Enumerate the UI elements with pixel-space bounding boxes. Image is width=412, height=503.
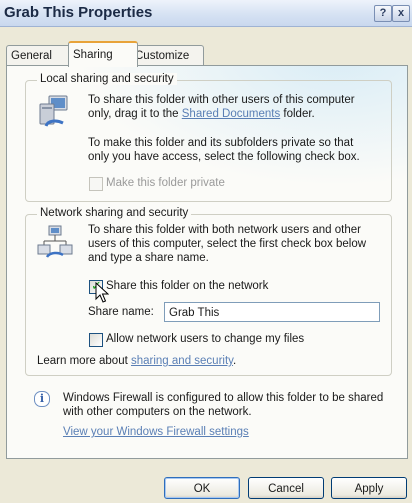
tab-general[interactable]: General <box>6 45 74 66</box>
shared-documents-link[interactable]: Shared Documents <box>182 108 280 120</box>
computer-share-icon <box>39 95 68 127</box>
share-name-input[interactable]: Grab This <box>164 302 380 322</box>
sharing-security-link[interactable]: sharing and security <box>131 355 233 367</box>
network-share-icon <box>37 225 73 258</box>
help-button[interactable]: ? <box>374 5 392 22</box>
close-icon: x <box>397 7 405 19</box>
cancel-button[interactable]: Cancel <box>248 477 324 499</box>
allow-change-checkbox[interactable] <box>89 333 103 347</box>
apply-button[interactable]: Apply <box>331 477 407 499</box>
window-title: Grab This Properties <box>4 4 153 21</box>
firewall-description: Windows Firewall is configured to allow … <box>63 392 384 418</box>
local-sharing-description: To share this folder with other users of… <box>88 94 355 120</box>
network-sharing-legend: Network sharing and security <box>37 207 192 219</box>
local-sharing-legend: Local sharing and security <box>37 73 177 85</box>
title-bar[interactable]: Grab This Properties ? x <box>0 0 412 27</box>
ok-button[interactable]: OK <box>164 477 240 499</box>
network-sharing-description: To share this folder with both network u… <box>88 224 367 264</box>
private-description: To make this folder and its subfolders p… <box>88 137 360 163</box>
tab-customize[interactable]: Customize <box>130 45 204 66</box>
make-private-label: Make this folder private <box>106 177 225 189</box>
firewall-settings-link[interactable]: View your Windows Firewall settings <box>63 426 249 438</box>
cursor-icon <box>95 282 109 303</box>
close-button[interactable]: x <box>392 5 410 22</box>
help-icon: ? <box>379 7 387 19</box>
share-folder-label: Share this folder on the network <box>106 280 269 292</box>
learn-more-text: Learn more about sharing and security. <box>37 355 237 367</box>
info-icon: i <box>34 391 50 407</box>
make-private-checkbox[interactable] <box>89 177 103 191</box>
share-name-label: Share name: <box>88 306 154 318</box>
tab-sharing[interactable]: Sharing <box>68 41 138 67</box>
allow-change-label: Allow network users to change my files <box>106 333 305 345</box>
